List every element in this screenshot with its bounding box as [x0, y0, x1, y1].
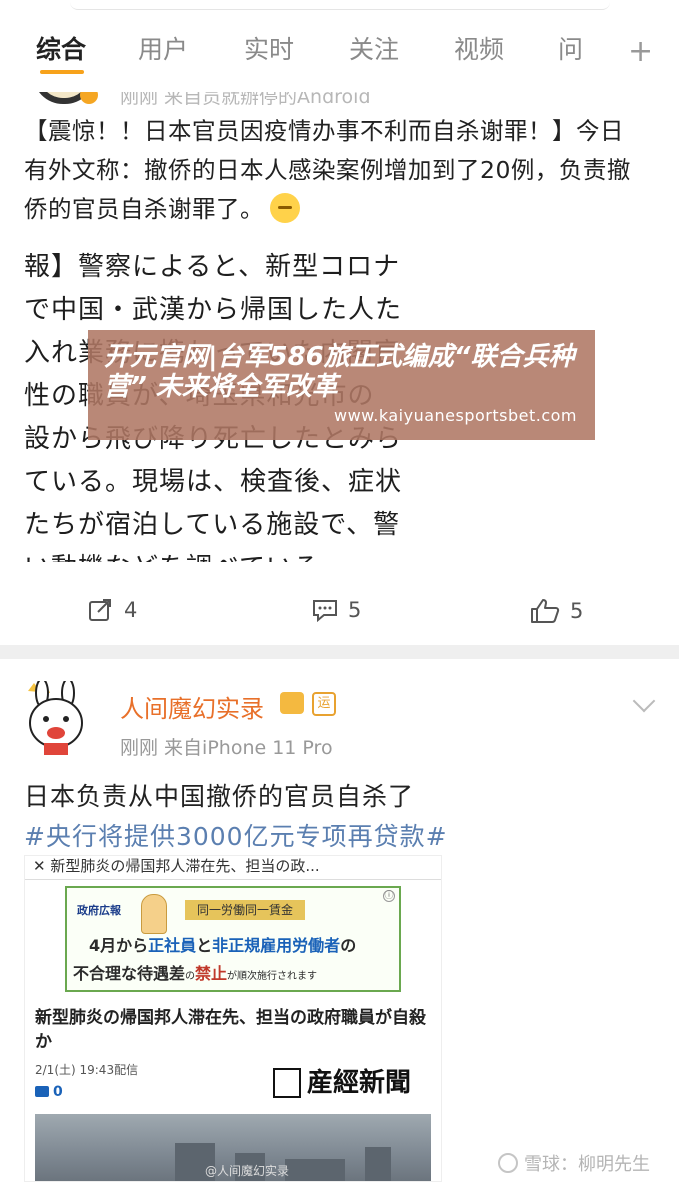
emoji-icon [270, 193, 300, 223]
ad-text: 4月から [89, 936, 149, 955]
post-text: 【震惊！！日本官员因疫情办事不利而自杀谢罪！】今日有外文称：撤侨的日本人感染案例… [24, 112, 644, 229]
xueqiu-brand: 雪球：柳明先生 [524, 1154, 650, 1175]
xueqiu-watermark: 雪球：柳明先生 [498, 1150, 650, 1176]
post-text-body: 【震惊！！日本官员因疫情办事不利而自杀谢罪！】今日有外文称：撤侨的日本人感染案例… [24, 117, 631, 223]
news-date: 2/1(土) 19:43配信 [35, 1063, 139, 1077]
repost-icon [89, 599, 111, 621]
tab-comprehensive[interactable]: 综合 [36, 30, 86, 66]
top-nav-bar: 综合 用户 实时 关注 视频 问 + [0, 0, 679, 92]
avatar[interactable] [24, 681, 94, 757]
vip-crown-icon [280, 692, 304, 714]
tab-questions[interactable]: 问 [558, 30, 583, 66]
search-bar-edge[interactable] [70, 0, 610, 10]
post-meta: 刚刚 来自iPhone 11 Pro [120, 737, 333, 759]
ad-text: の [340, 936, 357, 955]
jp-line: 報】警察によると、新型コロナ [24, 252, 401, 282]
jp-line: ている。現場は、検査後、症状 [24, 467, 403, 497]
watermark-title: 开元官网|台军586旅正式编成“联合兵种营” 未来将全军改革 [104, 342, 575, 402]
screenshot-title-bar: ✕ 新型肺炎の帰国邦人滞在先、担当の政... [25, 856, 441, 880]
ad-label: 同一労働同一賃金 [185, 900, 305, 920]
jp-line: で中国・武漢から帰国した人た [24, 295, 403, 325]
ad-text: の [185, 971, 196, 982]
comment-icon [313, 600, 337, 622]
repost-count: 4 [124, 598, 138, 622]
ad-text: 非正規雇用労働者 [212, 936, 341, 955]
post-card-2: 人间魔幻实录 运 刚刚 来自iPhone 11 Pro 日本负责从中国撤侨的官员… [0, 659, 679, 1182]
feed-divider [0, 645, 679, 659]
info-icon: ⓘ [383, 890, 395, 902]
news-comment-value: 0 [53, 1084, 63, 1100]
image-credit: @人间魔幻实录 [205, 1164, 290, 1178]
ad-text: 禁止 [195, 964, 228, 983]
post-meta: 刚刚 来自员就辦停的Android [120, 92, 371, 108]
mascot-icon [141, 894, 167, 934]
repost-button[interactable]: 4 [88, 598, 137, 622]
chevron-down-icon[interactable] [632, 689, 656, 713]
sankei-logo-mark [273, 1068, 301, 1098]
jp-line: たちが宿泊している施設で、警 [24, 510, 401, 540]
like-button[interactable]: 5 [530, 598, 583, 624]
ad-text: が順次施行されます [227, 971, 318, 982]
ad-line-2: 不合理な待遇差の禁止が順次施行されます [73, 960, 317, 984]
ad-text: と [196, 936, 213, 955]
add-tab-icon[interactable]: + [628, 34, 653, 69]
ad-line-1: 4月から正社員と非正規雇用労働者の [89, 932, 356, 956]
news-comment-count: 0 [35, 1084, 63, 1100]
ad-text: 正社員 [148, 936, 197, 955]
news-headline: 新型肺炎の帰国邦人滞在先、担当の政府職員が自殺か [35, 1008, 426, 1052]
comment-button[interactable]: 5 [312, 598, 361, 622]
news-screenshot-image[interactable]: ✕ 新型肺炎の帰国邦人滞在先、担当の政... 政府広報 同一労働同一賃金 ⓘ 4… [24, 855, 442, 1182]
comment-count: 5 [348, 598, 362, 622]
thumbs-up-icon [531, 599, 560, 623]
gov-ad-banner: 政府広報 同一労働同一賃金 ⓘ 4月から正社員と非正規雇用労働者の 不合理な待遇… [65, 886, 401, 992]
vip-level-badge: 运 [312, 692, 336, 716]
post-action-bar: 4 5 5 [0, 592, 679, 634]
like-count: 5 [570, 599, 584, 623]
ad-text: 不合理な待遇差 [73, 964, 186, 983]
tab-bar: 综合 用户 实时 关注 视频 问 [0, 30, 679, 80]
jp-line: い動機などを調べている。 [24, 547, 347, 562]
watermark-banner: 开元官网|台军586旅正式编成“联合兵种营” 未来将全军改革 www.kaiyu… [88, 330, 595, 440]
gov-pr-label: 政府広報 [77, 904, 121, 917]
watermark-url: www.kaiyuanesportsbet.com [333, 406, 577, 425]
verified-badge-icon [80, 92, 98, 104]
post-text: 日本负责从中国撤侨的官员自杀了 [24, 782, 415, 811]
active-tab-indicator [40, 70, 84, 74]
tab-video[interactable]: 视频 [454, 30, 504, 66]
comment-bubble-icon [35, 1086, 49, 1097]
hashtag-link[interactable]: #央行将提供3000亿元专项再贷款# [24, 817, 448, 853]
tab-follow[interactable]: 关注 [349, 30, 399, 66]
tab-users[interactable]: 用户 [138, 30, 188, 66]
username[interactable]: 人间魔幻实录 [120, 689, 264, 724]
publisher-logo: 産經新聞 [307, 1068, 412, 1098]
tab-realtime[interactable]: 实时 [244, 30, 294, 66]
xueqiu-logo-icon [498, 1153, 518, 1173]
